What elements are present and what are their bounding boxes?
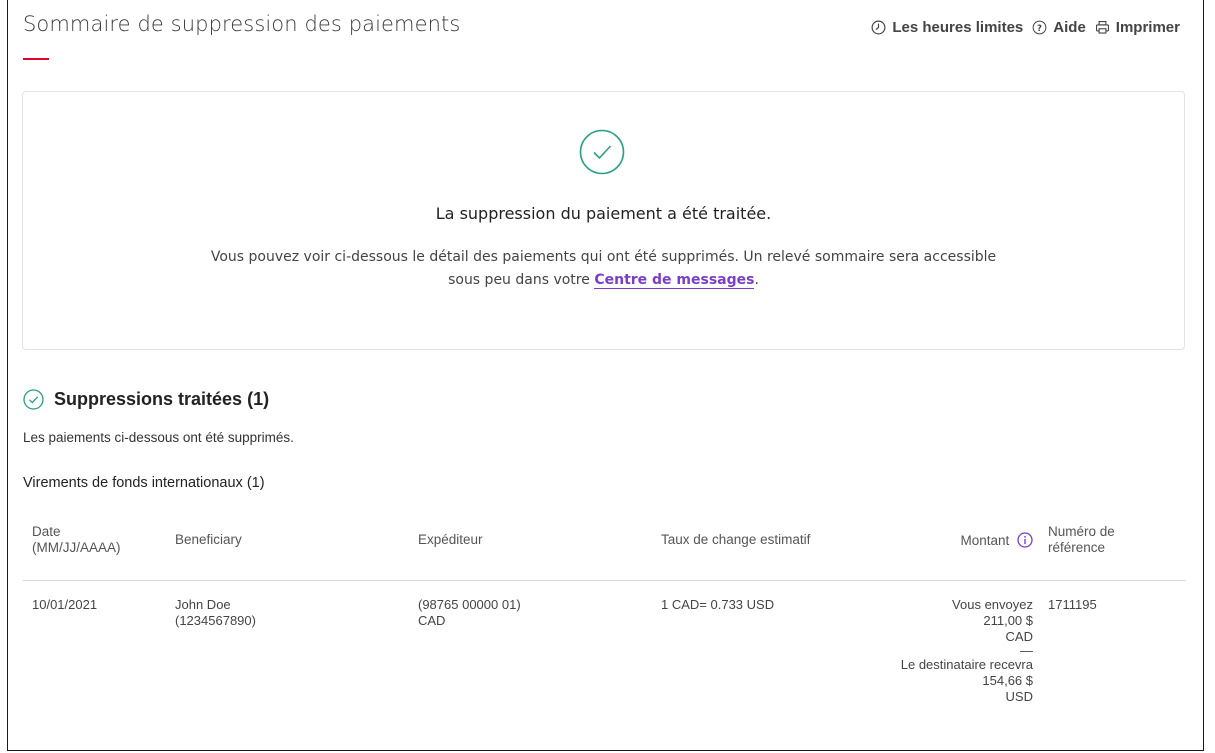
- help-label: Aide: [1053, 19, 1086, 36]
- print-label: Imprimer: [1115, 19, 1180, 36]
- row-reference: 1711195: [1048, 597, 1097, 612]
- row-receive-amount: 154,66 $: [982, 673, 1033, 688]
- confirmation-text-end: .: [754, 272, 759, 288]
- col-header-date-line2: (MM/JJ/AAAA): [32, 540, 121, 555]
- row-date: 10/01/2021: [32, 597, 98, 612]
- col-header-reference-line2: référence: [1048, 540, 1106, 555]
- confirmation-card: La suppression du paiement a été traitée…: [22, 91, 1185, 350]
- message-centre-link[interactable]: Centre de messages: [594, 272, 755, 289]
- info-icon[interactable]: [1017, 532, 1033, 548]
- cutoff-times-link[interactable]: Les heures limites: [870, 19, 1023, 36]
- col-header-beneficiary: Beneficiary: [175, 532, 242, 547]
- confirmation-text: Vous pouvez voir ci-dessous le détail de…: [203, 246, 1004, 292]
- print-icon: [1095, 20, 1109, 34]
- title-accent-bar: [23, 58, 49, 60]
- row-sender-currency: CAD: [418, 613, 446, 628]
- row-receive-label: Le destinataire recevra: [900, 657, 1033, 672]
- col-header-amount-label: Montant: [960, 533, 1010, 548]
- svg-text:?: ?: [1037, 24, 1042, 34]
- check-circle-small-icon: [23, 389, 44, 410]
- print-link[interactable]: Imprimer: [1094, 19, 1180, 36]
- row-beneficiary-account: (1234567890): [175, 613, 256, 628]
- header-links: Les heures limites ? Aide Imprimer: [870, 19, 1180, 36]
- row-amount: Vous envoyez 211,00 $ CAD — Le destinata…: [863, 597, 1033, 705]
- col-header-date: Date (MM/JJ/AAAA): [32, 524, 121, 556]
- row-rate: 1 CAD= 0.733 USD: [661, 597, 775, 612]
- row-sender-account: (98765 00000 01): [418, 597, 521, 612]
- check-circle-icon: [579, 129, 625, 175]
- row-beneficiary-name: John Doe: [175, 597, 231, 612]
- row-receive-currency: USD: [1005, 689, 1033, 704]
- clock-icon: [871, 20, 886, 35]
- row-amount-separator: —: [1020, 643, 1033, 658]
- confirmation-heading: La suppression du paiement a été traitée…: [435, 204, 772, 223]
- processed-section-heading: Suppressions traitées (1): [23, 389, 269, 410]
- help-link[interactable]: ? Aide: [1031, 19, 1086, 36]
- page-title: Sommaire de suppression des paiements: [23, 12, 461, 36]
- col-header-sender: Expéditeur: [418, 532, 483, 547]
- cutoff-times-label: Les heures limites: [892, 19, 1024, 36]
- row-send-label: Vous envoyez: [952, 597, 1033, 612]
- row-send-currency: CAD: [1005, 629, 1033, 644]
- processed-section-title: Suppressions traitées (1): [54, 389, 270, 409]
- processed-section-subtext: Les paiements ci-dessous ont été supprim…: [23, 430, 294, 445]
- col-header-reference-line1: Numéro de: [1048, 524, 1115, 539]
- payment-group-title: Virements de fonds internationaux (1): [23, 475, 265, 491]
- row-send-amount: 211,00 $: [983, 613, 1033, 628]
- col-header-rate: Taux de change estimatif: [661, 532, 811, 547]
- help-icon: ?: [1032, 20, 1047, 35]
- row-beneficiary: John Doe (1234567890): [175, 597, 256, 629]
- col-header-amount: Montant: [863, 532, 1033, 549]
- table-header: Date (MM/JJ/AAAA) Beneficiary Expéditeur…: [23, 524, 1186, 581]
- row-sender: (98765 00000 01) CAD: [418, 597, 521, 629]
- col-header-reference: Numéro de référence: [1048, 524, 1115, 556]
- col-header-date-line1: Date: [32, 524, 61, 539]
